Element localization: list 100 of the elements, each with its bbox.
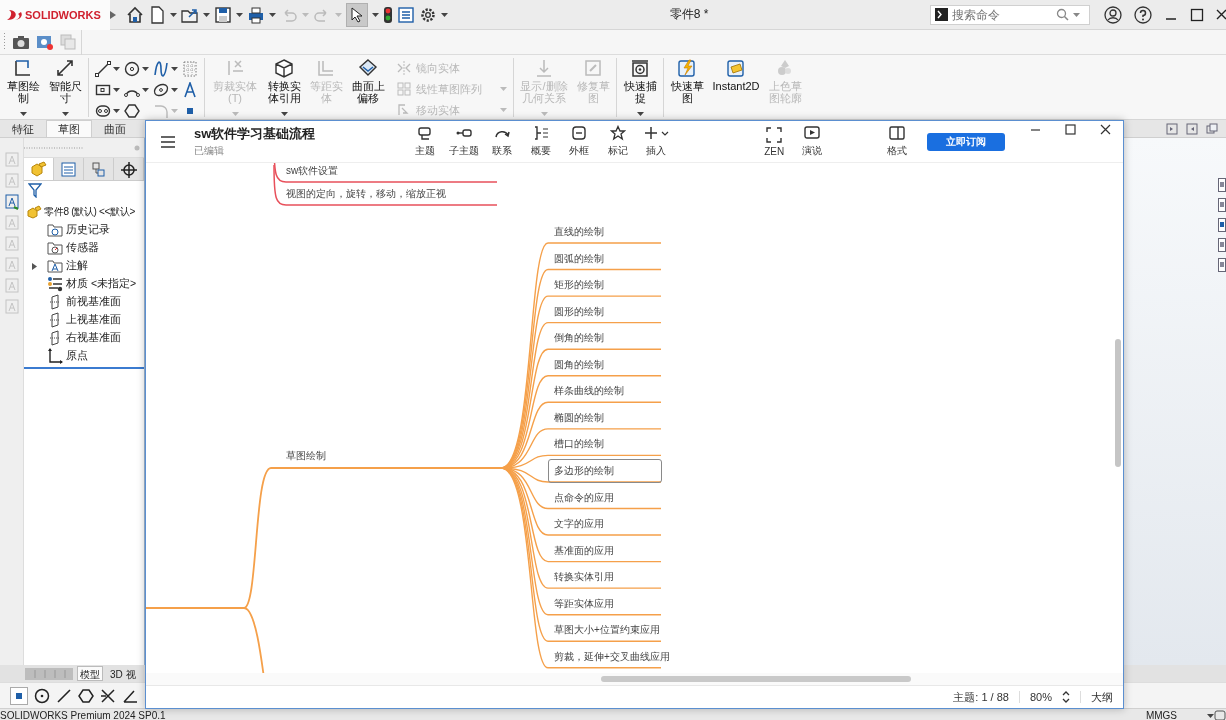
annotation-tool-icon[interactable] [4,194,19,210]
caret-icon[interactable] [203,12,210,17]
view-icon[interactable] [1206,122,1218,135]
ribbon-button[interactable]: Instant2D [708,58,764,117]
select-button[interactable] [346,2,368,27]
format-button[interactable]: 格式 [878,125,916,158]
caret-icon[interactable] [171,87,178,92]
mindmap-node[interactable]: 矩形的绘制 [548,273,662,298]
toolbar-button[interactable]: 主题 [405,125,445,158]
ellipse-icon[interactable] [153,81,169,98]
ribbon-button[interactable]: 曲面上偏移 [347,58,389,117]
filter-icon[interactable] [28,183,42,198]
search-input[interactable]: 搜索命令 [952,7,1052,22]
toolbar-button[interactable]: 概要 [521,125,560,158]
circle-icon[interactable] [124,60,140,77]
close-icon[interactable] [1100,124,1111,135]
view-toolbar-icon[interactable] [1218,258,1226,272]
ribbon-button[interactable]: 智能尺寸 [44,58,86,117]
list-icon[interactable] [397,5,415,24]
mindmap-node[interactable]: sw软件设置 [286,163,339,179]
ribbon-button[interactable]: 草图绘制 [2,58,44,117]
close-icon[interactable] [1216,7,1226,22]
circle-icon[interactable] [34,687,50,704]
caret-icon[interactable] [19,112,27,116]
ribbon-button[interactable]: 快速捕捉 [619,58,661,117]
model-tab[interactable]: 3D 视 [107,666,139,681]
subscribe-button[interactable]: 立即订阅 [926,132,1005,151]
view-icon[interactable] [1166,122,1178,135]
toolbar-button[interactable]: 联系 [482,125,522,158]
camera-icon[interactable] [12,34,30,50]
text-icon[interactable] [182,81,198,98]
new-file-icon[interactable] [148,5,166,24]
tree-item[interactable]: 材质 <未指定> [24,275,144,293]
expand-arrow-icon[interactable] [32,262,37,270]
mindmap-node[interactable]: 倒角的绘制 [548,326,662,351]
spline-icon[interactable] [153,60,169,77]
toolbar-button[interactable]: 插入 [636,125,676,158]
ribbon-button[interactable]: 快速草图 [666,58,708,117]
status-icon[interactable] [1214,710,1226,720]
point-button[interactable] [10,686,28,705]
slot-icon[interactable] [95,102,111,119]
caret-icon[interactable] [636,112,644,116]
caret-icon[interactable] [142,87,149,92]
mindmap-node[interactable]: 圆弧的绘制 [548,246,662,271]
mindmap-node[interactable]: 等距实体应用 [548,591,662,616]
scrollbar-thumb[interactable] [601,676,911,682]
view-toolbar-icon[interactable] [1218,238,1226,252]
polygon-icon[interactable] [124,102,140,119]
help-icon[interactable] [1134,5,1152,24]
mindmap-node[interactable]: 草图绘制 [286,448,326,464]
mindmap-node[interactable]: 直线的绘制 [548,220,662,244]
tree-item[interactable]: 上视基准面 [24,311,144,329]
view-toolbar-icon[interactable] [1218,218,1226,232]
toolbar-button[interactable]: 演说 [792,125,831,158]
line-icon[interactable] [56,687,72,704]
panel-grip-icon[interactable] [24,145,84,150]
expand-arrow-icon[interactable] [110,10,116,19]
print-icon[interactable] [247,5,265,24]
caret-icon[interactable] [142,66,149,71]
view-toolbar-icon[interactable] [1218,198,1226,212]
view-toolbar-icon[interactable] [1218,178,1226,192]
polygon-icon[interactable] [78,687,94,704]
tree-item[interactable]: 零件8 (默认) <<默认> [24,203,144,221]
mindmap-node[interactable]: 视图的定向，旋转，移动，缩放正视 [286,186,446,202]
mindmap-node[interactable]: 剪裁，延伸+交叉曲线应用 [548,644,676,669]
caret-icon[interactable] [113,66,120,71]
mindmap-node[interactable]: 圆角的绘制 [548,352,662,377]
tree-item[interactable]: 历史记录 [24,221,144,239]
mindmap-node[interactable]: 转换实体引用 [548,565,662,590]
tree-item[interactable]: 传感器 [24,239,144,257]
caret-icon[interactable] [280,112,288,116]
mindmap-node[interactable]: 样条曲线的绘制 [548,379,662,404]
video-camera-icon[interactable] [36,34,54,50]
mindmap-node[interactable]: 基准面的应用 [548,538,662,563]
caret-icon[interactable] [171,66,178,71]
caret-icon[interactable] [1207,713,1214,718]
caret-icon[interactable] [236,12,243,17]
tree-item[interactable]: 原点 [24,347,144,365]
toolbar-button[interactable]: 外框 [559,125,599,158]
scrollbar-thumb[interactable] [1115,339,1121,467]
tree-item[interactable]: 右视基准面 [24,329,144,347]
save-icon[interactable] [214,5,232,24]
ribbon-button[interactable]: 转换实体引用 [263,58,305,117]
mindmap-node[interactable]: 多边形的绘制 [548,458,662,483]
tree-item[interactable]: 注解 [24,257,144,275]
caret-icon[interactable] [372,12,379,17]
caret-icon[interactable] [113,108,120,113]
units-label[interactable]: MMGS [1145,710,1177,720]
caret-icon[interactable] [113,87,120,92]
model-tab[interactable]: 模型 [77,666,103,681]
view-icon[interactable] [1186,122,1198,135]
user-icon[interactable] [1104,5,1122,24]
search-box[interactable]: 搜索命令 [930,4,1090,25]
toolbar-button[interactable]: ZEN [755,126,793,157]
home-icon[interactable] [126,5,144,24]
trim-icon[interactable] [100,687,116,704]
toolbar-button[interactable]: 子主题 [444,125,483,158]
caret-icon[interactable] [61,112,69,116]
tree-item[interactable]: 前视基准面 [24,293,144,311]
mindmap-node[interactable]: 椭圆的绘制 [548,405,662,430]
